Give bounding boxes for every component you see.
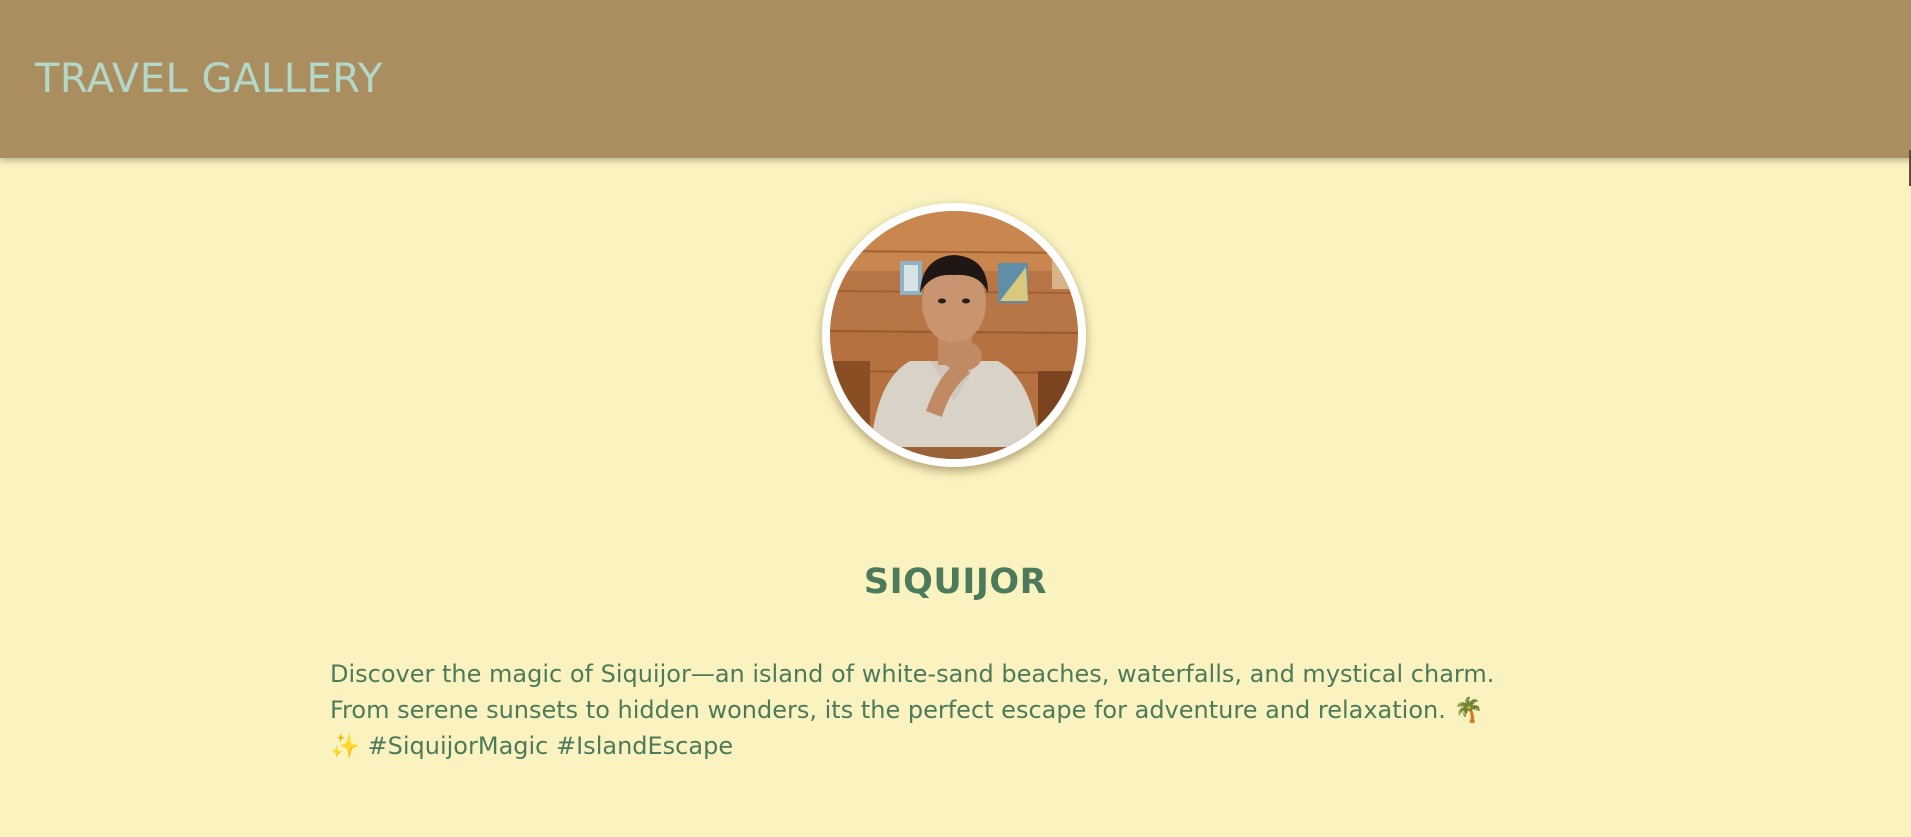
avatar-portrait-image xyxy=(830,211,1078,459)
site-header: TRAVEL GALLERY xyxy=(0,0,1911,158)
description-line: From serene sunsets to hidden wonders, i… xyxy=(330,696,1484,724)
profile-avatar[interactable] xyxy=(830,211,1078,459)
profile-avatar-frame xyxy=(822,203,1086,467)
description-line: Discover the magic of Siquijor—an island… xyxy=(330,660,1495,688)
site-title[interactable]: TRAVEL GALLERY xyxy=(35,54,383,104)
destination-title: SIQUIJOR xyxy=(863,562,1048,602)
description-hashtags: ✨ #SiquijorMagic #IslandEscape xyxy=(330,732,734,760)
destination-description: Discover the magic of Siquijor—an island… xyxy=(330,656,1590,764)
